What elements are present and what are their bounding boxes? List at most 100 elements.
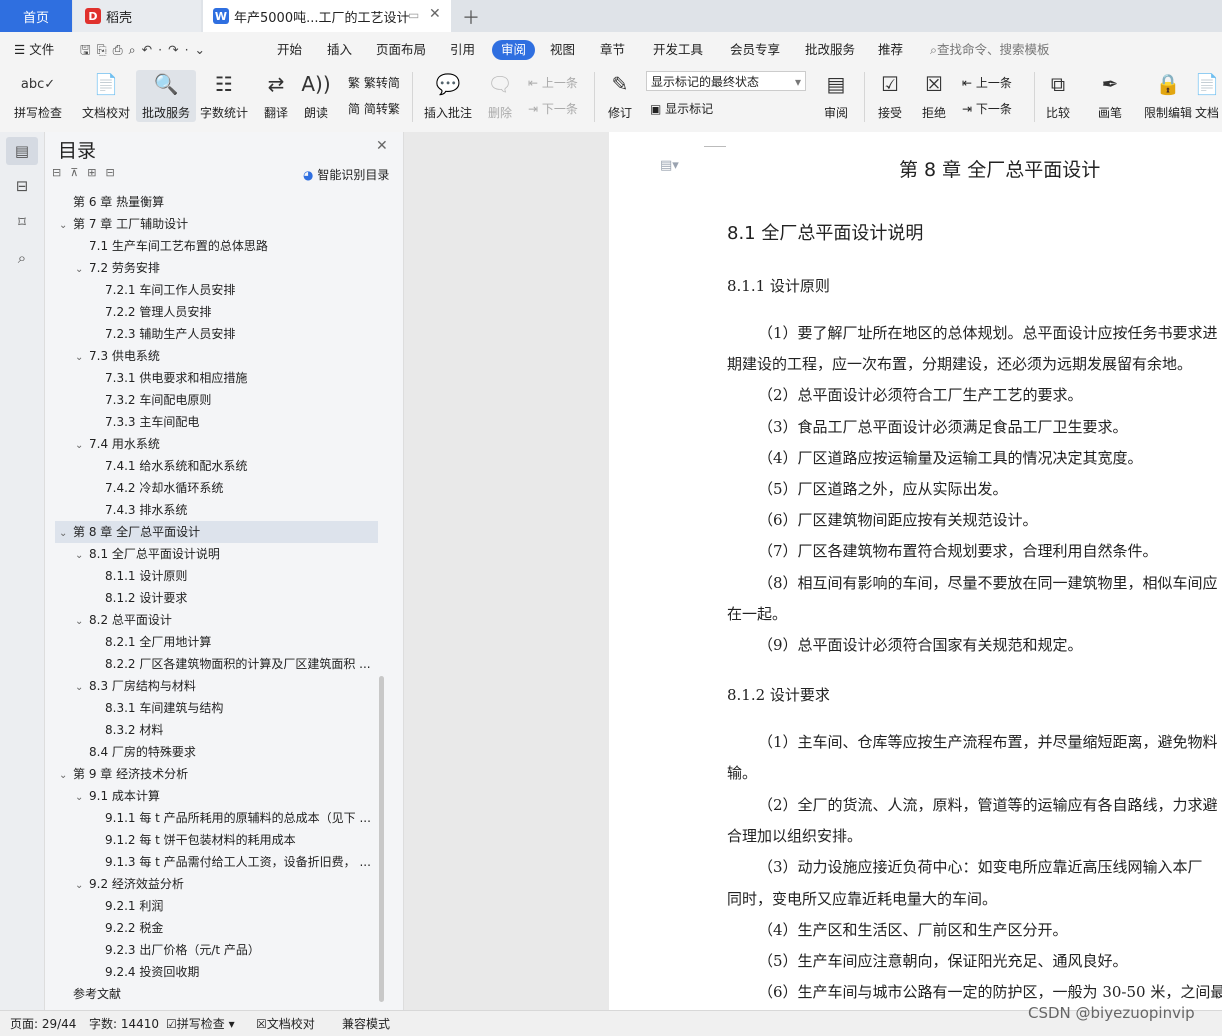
menu-insert[interactable]: 插入: [327, 40, 352, 60]
toc-item[interactable]: ⌄ 9.1 成本计算: [55, 785, 378, 807]
word-count-button[interactable]: ☷ 字数统计: [194, 70, 254, 121]
toc-item[interactable]: 第 6 章 热量衡算: [55, 191, 378, 213]
status-doc-proof[interactable]: ☒文档校对: [256, 1015, 315, 1032]
page-indicator[interactable]: 页面: 29/44: [10, 1015, 76, 1032]
toc-item[interactable]: 8.3.2 材料: [55, 719, 378, 741]
toc-item[interactable]: 8.4 厂房的特殊要求: [55, 741, 378, 763]
toc-item[interactable]: ⌄ 9.2 经济效益分析: [55, 873, 378, 895]
toc-item[interactable]: 8.1.1 设计原则: [55, 565, 378, 587]
find-icon[interactable]: ⌕: [12, 248, 32, 268]
prev-change-button[interactable]: ⇤ 上一条: [962, 74, 1012, 91]
toc-item[interactable]: 7.4.3 排水系统: [55, 499, 378, 521]
delete-comment-button[interactable]: 🗨 删除: [470, 70, 530, 121]
toc-item[interactable]: ⌄ 7.4 用水系统: [55, 433, 378, 455]
toc-scrollbar[interactable]: [379, 676, 384, 1002]
chevron-down-icon[interactable]: ⌄: [59, 215, 73, 235]
review-button[interactable]: ▤ 审阅: [806, 70, 866, 121]
toc-item[interactable]: 9.2.2 税金: [55, 917, 378, 939]
show-markup-button[interactable]: ▣ 显示标记: [650, 100, 713, 117]
toc-item[interactable]: 7.4.2 冷却水循环系统: [55, 477, 378, 499]
toc-item[interactable]: 8.2.1 全厂用地计算: [55, 631, 378, 653]
toc-item[interactable]: ⌄ 第 8 章 全厂总平面设计: [55, 521, 378, 543]
toc-tool-icons[interactable]: ⊟⊼⊞⊟: [52, 166, 124, 179]
menu-developer[interactable]: 开发工具: [653, 40, 703, 60]
toc-item[interactable]: ⌄ 第 7 章 工厂辅助设计: [55, 213, 378, 235]
insert-comment-button[interactable]: 💬 插入批注: [418, 70, 478, 121]
chevron-down-icon[interactable]: ⌄: [75, 787, 89, 807]
spell-check-button[interactable]: abc✓ 拼写检查: [8, 70, 68, 121]
document-more-button[interactable]: 📄 文档: [1192, 70, 1222, 121]
toc-item[interactable]: 7.1 生产车间工艺布置的总体思路: [55, 235, 378, 257]
reject-button[interactable]: ☒ 拒绝: [904, 70, 964, 121]
chevron-down-icon[interactable]: ⌄: [75, 611, 89, 631]
menu-correction[interactable]: 批改服务: [805, 40, 855, 60]
toc-item[interactable]: 7.4.1 给水系统和配水系统: [55, 455, 378, 477]
toc-icon[interactable]: ▤: [12, 141, 32, 161]
toc-item[interactable]: 9.2.1 利润: [55, 895, 378, 917]
correction-service-button[interactable]: 🔍 批改服务: [136, 70, 196, 122]
toc-item[interactable]: 8.2.2 厂区各建筑物面积的计算及厂区建筑面积 ...: [55, 653, 378, 675]
simp-to-trad-button[interactable]: 简 简转繁: [348, 100, 400, 117]
status-spell-check[interactable]: ☑拼写检查 ▾: [166, 1015, 235, 1032]
next-change-button[interactable]: ⇥ 下一条: [962, 100, 1012, 117]
pen-button[interactable]: ✒ 画笔: [1080, 70, 1140, 121]
chevron-down-icon[interactable]: ⌄: [75, 259, 89, 279]
chevron-down-icon[interactable]: ⌄: [75, 435, 89, 455]
tab-daoke[interactable]: D 稻壳: [73, 0, 201, 32]
tab-home[interactable]: 首页: [0, 0, 72, 32]
chevron-down-icon[interactable]: ⌄: [75, 347, 89, 367]
toc-item[interactable]: 9.1.1 每 t 产品所耗用的原辅料的总成本（见下 ...: [55, 807, 378, 829]
chevron-down-icon[interactable]: ⌄: [59, 523, 73, 543]
track-changes-button[interactable]: ✎ 修订: [590, 70, 650, 121]
quick-access-icons[interactable]: 🖫⎘⎙⌕↶·↷·⌄: [80, 40, 211, 60]
compare-button[interactable]: ⧉ 比较: [1028, 70, 1088, 121]
new-tab-icon[interactable]: ＋: [462, 4, 480, 30]
menu-recommend[interactable]: 推荐: [878, 40, 903, 60]
paragraph-options-icon[interactable]: ▤▾: [660, 158, 679, 173]
next-comment-button[interactable]: ⇥ 下一条: [528, 100, 578, 117]
navigation-icon[interactable]: ⊟: [12, 176, 32, 196]
toc-item[interactable]: ⌄ 第 9 章 经济技术分析: [55, 763, 378, 785]
read-aloud-button[interactable]: A)) 朗读: [286, 70, 346, 121]
toc-item[interactable]: 9.1.3 每 t 产品需付给工人工资，设备折旧费， ...: [55, 851, 378, 873]
chevron-down-icon[interactable]: ⌄: [75, 545, 89, 565]
toc-item[interactable]: 7.2.2 管理人员安排: [55, 301, 378, 323]
toc-item[interactable]: 8.1.2 设计要求: [55, 587, 378, 609]
toc-item[interactable]: 9.2.3 出厂价格（元/t 产品）: [55, 939, 378, 961]
restrict-edit-button[interactable]: 🔒 限制编辑: [1138, 70, 1198, 121]
toc-item[interactable]: 7.3.2 车间配电原则: [55, 389, 378, 411]
word-count-indicator[interactable]: 字数: 14410: [89, 1015, 159, 1032]
toc-item[interactable]: 9.1.2 每 t 饼干包装材料的耗用成本: [55, 829, 378, 851]
trad-to-simp-button[interactable]: 繁 繁转简: [348, 74, 400, 91]
toc-item[interactable]: 7.3.1 供电要求和相应措施: [55, 367, 378, 389]
toc-item[interactable]: 7.2.1 车间工作人员安排: [55, 279, 378, 301]
smart-toc-button[interactable]: ◕ 智能识别目录: [303, 166, 389, 183]
bookmark-icon[interactable]: ⌑: [12, 212, 32, 232]
menu-view[interactable]: 视图: [550, 40, 575, 60]
prev-comment-button[interactable]: ⇤ 上一条: [528, 74, 578, 91]
tab-document[interactable]: W 年产5000吨...工厂的工艺设计 ▭ ✕: [203, 0, 451, 32]
doc-proof-button[interactable]: 📄 文档校对: [76, 70, 136, 121]
toc-item[interactable]: ⌄ 8.3 厂房结构与材料: [55, 675, 378, 697]
menu-start[interactable]: 开始: [277, 40, 302, 60]
toc-item[interactable]: 7.2.3 辅助生产人员安排: [55, 323, 378, 345]
close-tab-icon[interactable]: ✕: [429, 6, 441, 22]
chevron-down-icon[interactable]: ⌄: [75, 677, 89, 697]
toc-item[interactable]: ⌄ 7.3 供电系统: [55, 345, 378, 367]
menu-review[interactable]: 审阅: [492, 40, 536, 60]
toc-item[interactable]: ⌄ 7.2 劳务安排: [55, 257, 378, 279]
toc-item[interactable]: ⌄ 8.2 总平面设计: [55, 609, 378, 631]
pin-icon[interactable]: ▭: [408, 8, 419, 22]
toc-item[interactable]: ⌄ 8.1 全厂总平面设计说明: [55, 543, 378, 565]
menu-chapter[interactable]: 章节: [600, 40, 625, 60]
file-menu[interactable]: ☰ 文件: [14, 40, 54, 60]
chevron-down-icon[interactable]: ⌄: [59, 765, 73, 785]
toc-item[interactable]: 参考文献: [55, 983, 378, 1005]
toc-item[interactable]: 9.2.4 投资回收期: [55, 961, 378, 983]
command-search[interactable]: ⌕查找命令、搜索模板: [930, 40, 1050, 60]
toc-item[interactable]: 7.3.3 主车间配电: [55, 411, 378, 433]
menu-references[interactable]: 引用: [450, 40, 475, 60]
markup-state-select[interactable]: 显示标记的最终状态 ▾: [646, 71, 806, 91]
chevron-down-icon[interactable]: ⌄: [75, 875, 89, 895]
menu-member[interactable]: 会员专享: [730, 40, 780, 60]
